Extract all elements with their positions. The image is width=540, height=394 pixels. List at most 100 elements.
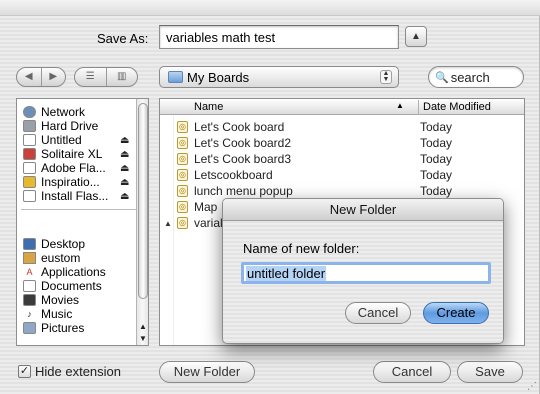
disk-icon <box>23 134 36 146</box>
file-name: Let's Cook board3 <box>194 152 292 166</box>
eject-icon[interactable]: ⏏ <box>120 135 129 146</box>
sidebar-item-home[interactable]: eustom <box>23 251 133 265</box>
sidebar-item-untitled[interactable]: Untitled ⏏ <box>23 133 133 147</box>
file-row[interactable]: ◎ Let's Cook board3 Today <box>160 151 524 167</box>
scroll-arrows-icon[interactable]: ▲ ▼ <box>137 321 148 345</box>
file-name: Map <box>194 200 218 214</box>
date-column-header[interactable]: Date Modified <box>418 100 491 115</box>
pictures-icon <box>23 322 36 334</box>
file-date: Today <box>420 184 453 198</box>
eject-icon[interactable]: ⏏ <box>120 149 129 160</box>
sidebar-item-label: Music <box>41 307 73 321</box>
sidebar-item-movies[interactable]: Movies <box>23 293 133 307</box>
sidebar-item-label: eustom <box>41 251 81 265</box>
save-sheet: Save As: ▲ ◀ ▶ ☰ ▥ My Boards ▲▼ 🔍 search… <box>0 0 540 394</box>
sidebar-item-label: Documents <box>41 279 102 293</box>
movies-icon <box>23 294 36 306</box>
forward-button[interactable]: ▶ <box>40 68 66 86</box>
file-name: Letscookboard <box>194 168 273 182</box>
view-mode-segmented-control: ☰ ▥ <box>74 67 138 87</box>
board-file-icon: ◎ <box>177 169 188 181</box>
list-view-button[interactable]: ☰ <box>75 68 106 86</box>
sidebar-item-pictures[interactable]: Pictures <box>23 321 133 335</box>
sidebar-item-music[interactable]: ♪ Music <box>23 307 133 321</box>
ruler-strip <box>0 0 540 16</box>
filename-input[interactable] <box>159 25 399 49</box>
file-date: Today <box>420 136 453 150</box>
hard-drive-icon <box>23 120 36 132</box>
home-icon <box>23 252 36 264</box>
board-file-icon: ◎ <box>177 153 188 165</box>
dialog-cancel-button[interactable]: Cancel <box>345 302 411 324</box>
resize-grip-icon[interactable]: ⋰ <box>527 381 537 392</box>
sidebar-scroll-thumb[interactable] <box>138 103 148 299</box>
list-view-icon: ☰ <box>85 71 95 82</box>
sidebar-item-label: Network <box>41 105 86 119</box>
name-column-header[interactable]: Name <box>194 101 223 113</box>
sidebar-item-label: Untitled <box>41 133 82 147</box>
app-disk-icon <box>23 176 36 188</box>
eject-icon[interactable]: ⏏ <box>120 163 129 174</box>
eject-icon[interactable]: ⏏ <box>120 177 129 188</box>
folder-icon <box>168 71 183 83</box>
app-disk-icon <box>23 148 36 160</box>
chevron-up-icon: ▲ <box>411 31 421 42</box>
location-popup[interactable]: My Boards ▲ ▼ <box>159 66 399 88</box>
hide-extension-option[interactable]: ✓ Hide extension <box>18 364 121 379</box>
sidebar-item-hard-drive[interactable]: Hard Drive <box>23 119 133 133</box>
popup-arrows-icon: ▲ ▼ <box>380 70 392 84</box>
search-field[interactable]: 🔍 search <box>428 66 524 88</box>
cancel-button[interactable]: Cancel <box>373 361 451 383</box>
sidebar-item-documents[interactable]: Documents <box>23 279 133 293</box>
music-icon: ♪ <box>23 308 36 320</box>
file-row[interactable]: ◎ Letscookboard Today <box>160 167 524 183</box>
sidebar-item-label: Pictures <box>41 321 85 335</box>
create-button[interactable]: Create <box>423 302 489 324</box>
file-row[interactable]: ◎ Let's Cook board2 Today <box>160 135 524 151</box>
file-date: Today <box>420 120 453 134</box>
sidebar-scrollbar[interactable]: ▲ ▼ <box>136 99 148 345</box>
board-file-icon: ◎ <box>177 201 188 213</box>
sidebar-item-label: Hard Drive <box>41 119 99 133</box>
expand-panel-button[interactable]: ▲ <box>405 26 427 47</box>
desktop-icon <box>23 238 36 250</box>
file-name: Let's Cook board2 <box>194 136 292 150</box>
new-folder-button[interactable]: New Folder <box>159 361 255 383</box>
sidebar-item-label: Movies <box>41 293 80 307</box>
sidebar-item-solitaire[interactable]: Solitaire XL ⏏ <box>23 147 133 161</box>
file-row[interactable]: ◎ Let's Cook board Today <box>160 119 524 135</box>
file-name: lunch menu popup <box>194 184 293 198</box>
sidebar-item-adobe-flash[interactable]: Adobe Fla... ⏏ <box>23 161 133 175</box>
search-icon: 🔍 <box>435 71 449 84</box>
sidebar-item-desktop[interactable]: Desktop <box>23 237 133 251</box>
globe-icon <box>23 106 36 118</box>
folder-name-value: untitled folder <box>246 265 327 281</box>
column-view-button[interactable]: ▥ <box>105 68 138 86</box>
sidebar-item-label: Inspiratio... <box>41 175 100 189</box>
save-as-label: Save As: <box>97 31 149 46</box>
hide-extension-checkbox[interactable]: ✓ <box>18 365 31 378</box>
eject-icon[interactable]: ⏏ <box>120 191 129 202</box>
dialog-title: New Folder <box>223 199 503 221</box>
sidebar-item-inspiration[interactable]: Inspiratio... ⏏ <box>23 175 133 189</box>
column-view-icon: ▥ <box>117 71 127 82</box>
disk-icon <box>23 190 36 202</box>
sidebar-item-applications[interactable]: A Applications <box>23 265 133 279</box>
sidebar-item-install-flash[interactable]: Install Flas... ⏏ <box>23 189 133 203</box>
back-button[interactable]: ◀ <box>17 68 41 86</box>
sidebar-item-label: Install Flas... <box>41 189 109 203</box>
sidebar-item-network[interactable]: Network <box>23 105 133 119</box>
file-name: varial <box>194 216 223 230</box>
sidebar-item-label: Desktop <box>41 237 86 251</box>
navigation-segmented-control: ◀ ▶ <box>16 67 66 87</box>
sidebar-item-label: Applications <box>41 265 106 279</box>
hide-extension-label: Hide extension <box>35 364 121 379</box>
file-name: Let's Cook board <box>194 120 285 134</box>
file-row[interactable]: ◎ lunch menu popup Today <box>160 183 524 199</box>
save-button[interactable]: Save <box>457 361 523 383</box>
board-file-icon: ◎ <box>177 217 188 229</box>
new-folder-dialog: New Folder Name of new folder: untitled … <box>222 198 504 344</box>
location-label: My Boards <box>187 69 250 85</box>
folder-name-input[interactable]: untitled folder <box>241 262 491 284</box>
forward-arrow-icon: ▶ <box>49 71 58 82</box>
